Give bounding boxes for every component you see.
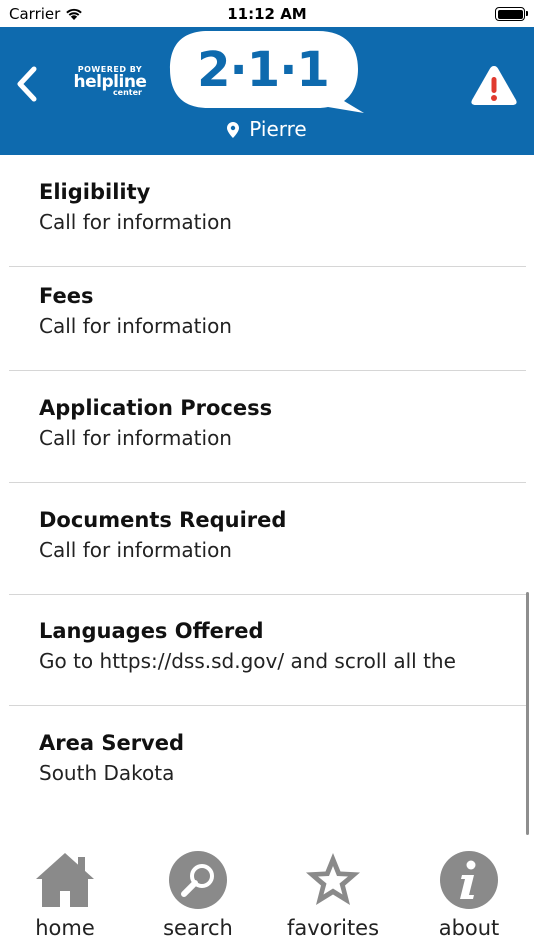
helpline-center-logo: POWERED BY helpline center — [72, 65, 148, 97]
tab-favorites[interactable]: favorites — [268, 849, 398, 949]
search-icon — [169, 851, 227, 909]
back-button[interactable] — [10, 61, 44, 107]
tab-search[interactable]: search — [133, 849, 263, 949]
brand-number: 2·1·1 — [197, 42, 330, 98]
battery-icon — [495, 7, 528, 21]
alert-button[interactable] — [470, 63, 518, 107]
star-icon — [306, 853, 360, 905]
tab-search-label: search — [163, 916, 233, 940]
detail-title: Languages Offered — [39, 619, 264, 643]
tab-favorites-label: favorites — [286, 916, 380, 940]
detail-title: Eligibility — [39, 180, 151, 204]
tab-home[interactable]: home — [0, 849, 130, 949]
detail-value: Go to https://dss.sd.gov/ and scroll all… — [39, 649, 456, 673]
detail-row-fees: Fees Call for information — [9, 259, 526, 371]
info-icon — [440, 851, 498, 909]
tab-home-label: home — [35, 916, 95, 940]
home-icon — [36, 853, 94, 907]
detail-row-documents-required: Documents Required Call for information — [9, 483, 526, 595]
detail-row-languages-offered: Languages Offered Go to https://dss.sd.g… — [9, 594, 526, 706]
status-time: 11:12 AM — [227, 5, 307, 23]
detail-row-area-served: Area Served South Dakota — [9, 706, 526, 818]
detail-title: Documents Required — [39, 508, 287, 532]
detail-value: South Dakota — [39, 761, 175, 785]
tab-about[interactable]: about — [404, 849, 534, 949]
detail-title: Application Process — [39, 396, 273, 420]
bottom-tab-bar: home search favorites about — [0, 835, 534, 950]
status-bar: Carrier 11:12 AM — [0, 0, 534, 28]
detail-value: Call for information — [39, 210, 232, 234]
scrollbar[interactable] — [526, 592, 529, 835]
location-name: Pierre — [249, 117, 307, 141]
tab-about-label: about — [438, 916, 500, 940]
detail-value: Call for information — [39, 538, 232, 562]
location-indicator[interactable]: Pierre — [0, 117, 534, 141]
service-details-list[interactable]: Eligibility Call for information Fees Ca… — [0, 155, 534, 835]
detail-title: Fees — [39, 284, 94, 308]
app-header: POWERED BY helpline center 2·1·1 Pierre — [0, 27, 534, 155]
detail-value: Call for information — [39, 426, 232, 450]
detail-value: Call for information — [39, 314, 232, 338]
location-pin-icon — [227, 122, 240, 138]
detail-row-eligibility: Eligibility Call for information — [9, 155, 526, 267]
detail-row-application-process: Application Process Call for information — [9, 371, 526, 483]
detail-title: Area Served — [39, 731, 185, 755]
